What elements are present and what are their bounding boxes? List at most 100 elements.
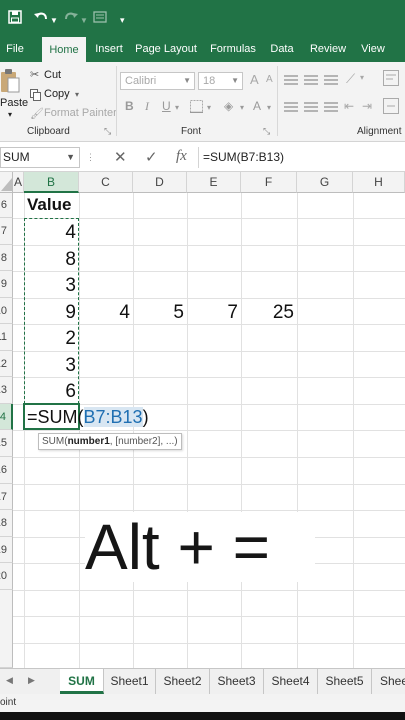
row-header-10[interactable]: 10 — [0, 298, 13, 324]
row-header-9[interactable]: 9 — [0, 271, 13, 298]
format-painter-button[interactable]: Format Painter — [44, 107, 117, 119]
font-color-button[interactable]: A — [253, 99, 261, 113]
name-box[interactable]: SUM ▼ — [0, 147, 80, 168]
increase-indent-icon[interactable]: ⇥ — [362, 99, 372, 113]
cell-edit-formula[interactable]: =SUM(B7:B13) — [27, 407, 149, 428]
value-header-cell[interactable]: Value — [27, 195, 71, 215]
undo-dropdown-icon[interactable]: ▼ — [50, 13, 58, 29]
orientation-icon[interactable]: ⟋ — [346, 71, 355, 87]
row-header-15[interactable]: 15 — [0, 430, 13, 457]
row-header-18[interactable]: 18 — [0, 510, 13, 537]
top-align-icon[interactable] — [284, 75, 298, 85]
value-cell-e10[interactable]: 7 — [190, 302, 238, 324]
tab-data[interactable]: Data — [267, 36, 297, 62]
value-cell-c10[interactable]: 4 — [82, 302, 130, 324]
align-right-icon[interactable] — [324, 102, 338, 112]
copy-dropdown-icon[interactable]: ▾ — [75, 90, 79, 99]
column-header-a[interactable]: A — [13, 172, 24, 193]
cancel-icon[interactable]: ✕ — [114, 148, 127, 166]
tab-view[interactable]: View — [357, 36, 389, 62]
font-size-select[interactable]: 18 ▼ — [198, 72, 243, 90]
underline-button[interactable]: U — [162, 99, 171, 113]
tab-file[interactable]: File — [0, 36, 30, 62]
value-cell-b10[interactable]: 9 — [30, 302, 76, 324]
decrease-indent-icon[interactable]: ⇤ — [344, 99, 354, 113]
row-header-8[interactable]: 8 — [0, 245, 13, 271]
value-cell-b11[interactable]: 2 — [30, 328, 76, 350]
font-name-select[interactable]: Calibri ▼ — [120, 72, 195, 90]
tab-insert[interactable]: Insert — [92, 36, 126, 62]
column-header-b[interactable]: B — [24, 172, 79, 193]
row-header-20[interactable]: 20 — [0, 563, 13, 590]
sheet-tab-sum[interactable]: SUM — [60, 669, 104, 694]
row-header-19[interactable]: 19 — [0, 537, 13, 563]
row-header-11[interactable]: 11 — [0, 324, 13, 351]
italic-button[interactable]: I — [145, 99, 149, 114]
tab-formulas[interactable]: Formulas — [208, 36, 258, 62]
column-header-h[interactable]: H — [353, 172, 405, 193]
cut-button[interactable]: Cut — [44, 69, 61, 81]
formula-input[interactable]: =SUM(B7:B13) — [198, 147, 405, 168]
column-header-d[interactable]: D — [133, 172, 187, 193]
sheet-tab-sheet2[interactable]: Sheet2 — [156, 669, 210, 694]
row-header-6[interactable]: 6 — [0, 193, 13, 218]
enter-icon[interactable]: ✓ — [145, 148, 158, 166]
next-sheet-icon[interactable]: ▶ — [28, 675, 35, 686]
column-header-e[interactable]: E — [187, 172, 241, 193]
chevron-down-icon[interactable]: ▾ — [360, 73, 364, 82]
value-cell-b7[interactable]: 4 — [30, 222, 76, 244]
value-cell-b12[interactable]: 3 — [30, 355, 76, 377]
save-icon[interactable] — [8, 10, 22, 27]
insert-function-icon[interactable]: fx — [176, 148, 187, 165]
decrease-font-button[interactable]: A — [266, 74, 273, 85]
value-cell-b13[interactable]: 6 — [30, 381, 76, 403]
chevron-down-icon[interactable]: ▾ — [240, 103, 244, 112]
bottom-align-icon[interactable] — [324, 75, 338, 85]
row-header-7[interactable]: 7 — [0, 218, 13, 245]
tab-home[interactable]: Home — [42, 36, 86, 62]
paste-dropdown-icon[interactable]: ▾ — [8, 110, 12, 119]
sheet-tab-sheet3[interactable]: Sheet3 — [210, 669, 264, 694]
form-icon[interactable] — [93, 10, 107, 27]
row-header-13[interactable]: 13 — [0, 377, 13, 404]
value-cell-f10[interactable]: 25 — [244, 302, 294, 324]
row-header-12[interactable]: 12 — [0, 351, 13, 377]
align-left-icon[interactable] — [284, 102, 298, 112]
merge-center-icon[interactable] — [383, 98, 399, 119]
increase-font-button[interactable]: A — [250, 72, 259, 87]
chevron-down-icon[interactable]: ▾ — [120, 12, 125, 28]
font-launcher-icon[interactable]: ⤡ — [263, 126, 270, 137]
undo-icon[interactable] — [33, 10, 49, 27]
column-header-c[interactable]: C — [79, 172, 133, 193]
sheet-tab-sheet6[interactable]: Sheet6 — [372, 669, 405, 694]
paste-button[interactable]: Paste — [0, 97, 28, 109]
chevron-down-icon[interactable]: ▾ — [267, 103, 271, 112]
tab-review[interactable]: Review — [308, 36, 348, 62]
row-header-14[interactable]: 14 — [0, 404, 13, 430]
clipboard-launcher-icon[interactable]: ⤡ — [104, 126, 111, 137]
row-header-16[interactable]: 16 — [0, 457, 13, 484]
value-cell-b9[interactable]: 3 — [30, 275, 76, 297]
borders-icon[interactable] — [190, 100, 203, 118]
value-cell-d10[interactable]: 5 — [136, 302, 184, 324]
copy-button[interactable]: Copy — [44, 88, 70, 100]
sheet-tab-sheet1[interactable]: Sheet1 — [104, 669, 156, 694]
redo-icon[interactable] — [63, 10, 79, 27]
value-cell-b8[interactable]: 8 — [30, 249, 76, 271]
column-header-f[interactable]: F — [241, 172, 297, 193]
select-all-corner[interactable] — [0, 172, 13, 193]
paste-icon[interactable] — [0, 68, 20, 99]
chevron-down-icon[interactable]: ▾ — [207, 103, 211, 112]
row-header-empty[interactable] — [0, 590, 13, 668]
sheet-tab-sheet5[interactable]: Sheet5 — [318, 669, 372, 694]
align-center-icon[interactable] — [304, 102, 318, 112]
chevron-down-icon[interactable]: ▾ — [175, 103, 179, 112]
redo-dropdown-icon[interactable]: ▼ — [80, 13, 88, 29]
middle-align-icon[interactable] — [304, 75, 318, 85]
previous-sheet-icon[interactable]: ◀ — [6, 675, 13, 686]
bold-button[interactable]: B — [125, 99, 134, 113]
tab-page-layout[interactable]: Page Layout — [134, 36, 198, 62]
column-header-g[interactable]: G — [297, 172, 353, 193]
wrap-text-icon[interactable] — [383, 70, 399, 91]
row-header-17[interactable]: 17 — [0, 484, 13, 510]
